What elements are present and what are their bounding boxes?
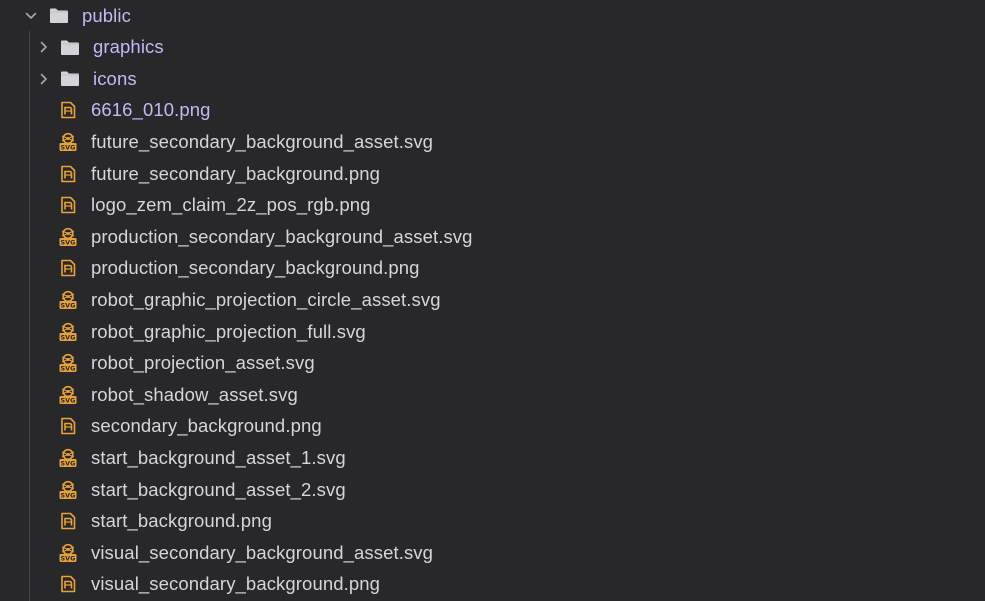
file-label: robot_projection_asset.svg — [91, 352, 315, 374]
file-label: production_secondary_background_asset.sv… — [91, 225, 473, 247]
file-label: robot_shadow_asset.svg — [91, 383, 298, 405]
file-label: visual_secondary_background.png — [91, 573, 381, 595]
tree-item-file-start-background-asset-1-svg[interactable]: SVG start_background_asset_1.svg — [0, 442, 985, 473]
tree-item-file-robot-projection-asset-svg[interactable]: SVG robot_projection_asset.svg — [0, 348, 985, 379]
svg-text:SVG: SVG — [60, 396, 75, 404]
svg-text:SVG: SVG — [60, 491, 75, 499]
chevron-right-icon[interactable] — [37, 40, 51, 54]
file-label: production_secondary_background.png — [91, 257, 420, 279]
tree-item-file-6616-010-png[interactable]: 6616_010.png — [0, 95, 985, 126]
file-label: visual_secondary_background_asset.svg — [91, 541, 434, 563]
file-label: start_background_asset_2.svg — [91, 478, 346, 500]
image-file-icon — [57, 416, 79, 436]
svg-text:SVG: SVG — [60, 333, 75, 341]
image-file-icon — [57, 258, 79, 278]
image-file-icon — [57, 100, 79, 120]
tree-item-file-secondary-background-png[interactable]: secondary_background.png — [0, 411, 985, 442]
tree-item-folder-public[interactable]: public — [0, 0, 985, 31]
folder-label: graphics — [93, 36, 164, 58]
file-label: start_background.png — [91, 510, 272, 532]
chevron-down-icon[interactable] — [24, 9, 38, 23]
image-file-icon — [57, 574, 79, 594]
tree-item-file-production-secondary-background-png[interactable]: production_secondary_background.png — [0, 253, 985, 284]
tree-item-file-logo-zem-claim-2z-pos-rgb-png[interactable]: logo_zem_claim_2z_pos_rgb.png — [0, 190, 985, 221]
svg-text:SVG: SVG — [60, 459, 75, 467]
chevron-right-icon[interactable] — [37, 72, 51, 86]
file-label: 6616_010.png — [91, 99, 211, 121]
file-label: future_secondary_background_asset.svg — [91, 130, 434, 152]
tree-item-folder-graphics[interactable]: graphics — [0, 32, 985, 63]
tree-item-file-robot-shadow-asset-svg[interactable]: SVG robot_shadow_asset.svg — [0, 379, 985, 410]
file-label: secondary_background.png — [91, 415, 322, 437]
image-file-icon — [57, 164, 79, 184]
folder-label: icons — [93, 67, 137, 89]
file-label: logo_zem_claim_2z_pos_rgb.png — [91, 194, 371, 216]
tree-item-file-future-secondary-background-png[interactable]: future_secondary_background.png — [0, 158, 985, 189]
svg-file-icon: SVG — [57, 227, 79, 247]
image-file-icon — [57, 195, 79, 215]
svg-file-icon: SVG — [57, 385, 79, 405]
svg-text:SVG: SVG — [60, 365, 75, 373]
tree-item-file-future-secondary-background-asset-svg[interactable]: SVG future_secondary_background_asset.svg — [0, 126, 985, 157]
tree-item-file-robot-graphic-projection-full-svg[interactable]: SVG robot_graphic_projection_full.svg — [0, 316, 985, 347]
folder-label: public — [82, 4, 131, 26]
svg-file-icon: SVG — [57, 543, 79, 563]
folder-icon — [59, 69, 81, 89]
svg-text:SVG: SVG — [60, 238, 75, 246]
tree-item-file-start-background-png[interactable]: start_background.png — [0, 506, 985, 537]
svg-text:SVG: SVG — [60, 301, 75, 309]
svg-file-icon: SVG — [57, 322, 79, 342]
tree-item-file-visual-secondary-background-png[interactable]: visual_secondary_background.png — [0, 569, 985, 600]
tree-item-file-visual-secondary-background-asset-svg[interactable]: SVG visual_secondary_background_asset.svg — [0, 537, 985, 568]
svg-file-icon: SVG — [57, 132, 79, 152]
file-label: robot_graphic_projection_full.svg — [91, 320, 366, 342]
svg-text:SVG: SVG — [60, 554, 75, 562]
file-label: start_background_asset_1.svg — [91, 446, 346, 468]
image-file-icon — [57, 511, 79, 531]
folder-icon — [59, 37, 81, 57]
svg-file-icon: SVG — [57, 353, 79, 373]
file-explorer-tree: public graphics icons 6616_010.png SVG future… — [0, 0, 985, 601]
file-label: future_secondary_background.png — [91, 162, 381, 184]
svg-file-icon: SVG — [57, 290, 79, 310]
tree-item-file-production-secondary-background-asset-svg[interactable]: SVG production_secondary_background_asset… — [0, 221, 985, 252]
tree-item-folder-icons[interactable]: icons — [0, 63, 985, 94]
folder-icon — [48, 6, 70, 26]
svg-file-icon: SVG — [57, 480, 79, 500]
tree-item-file-start-background-asset-2-svg[interactable]: SVG start_background_asset_2.svg — [0, 474, 985, 505]
svg-file-icon: SVG — [57, 448, 79, 468]
svg-text:SVG: SVG — [60, 143, 75, 151]
file-label: robot_graphic_projection_circle_asset.sv… — [91, 288, 441, 310]
tree-item-file-robot-graphic-projection-circle-asset-svg[interactable]: SVG robot_graphic_projection_circle_asset… — [0, 284, 985, 315]
